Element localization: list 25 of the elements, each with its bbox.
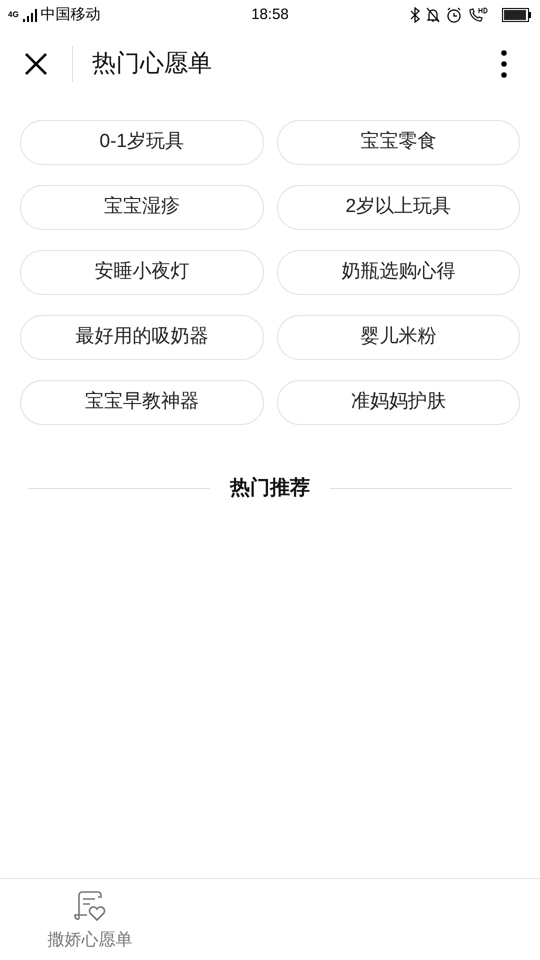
tag-chip[interactable]: 婴儿米粉 — [276, 315, 520, 360]
battery-icon — [502, 8, 532, 22]
mute-bell-icon — [426, 7, 440, 23]
tag-chip[interactable]: 宝宝零食 — [276, 120, 520, 165]
hd-call-icon — [468, 7, 488, 23]
page-title: 热门心愿单 — [92, 49, 212, 79]
tag-chip[interactable]: 宝宝湿疹 — [20, 185, 264, 230]
signal-icon — [22, 8, 38, 22]
clock: 18:58 — [251, 4, 289, 25]
network-label: 4G — [8, 11, 19, 19]
section-title: 热门推荐 — [230, 476, 310, 501]
more-icon — [501, 50, 507, 78]
scroll-heart-icon — [73, 891, 107, 923]
tag-chip[interactable]: 安睡小夜灯 — [20, 250, 264, 295]
tag-chip[interactable]: 最好用的吸奶器 — [20, 315, 264, 360]
tab-bar-item[interactable]: 撒娇心愿单 — [0, 879, 180, 960]
tag-chip[interactable]: 奶瓶选购心得 — [276, 250, 520, 295]
tag-chip[interactable]: 准妈妈护肤 — [276, 380, 520, 425]
tag-chip[interactable]: 2岁以上玩具 — [276, 185, 520, 230]
close-icon — [24, 52, 48, 76]
tag-chip[interactable]: 宝宝早教神器 — [20, 380, 264, 425]
alarm-icon — [446, 7, 462, 23]
tag-chip[interactable]: 0-1岁玩具 — [20, 120, 264, 165]
bluetooth-icon — [410, 7, 420, 23]
carrier-label: 中国移动 — [40, 4, 101, 25]
